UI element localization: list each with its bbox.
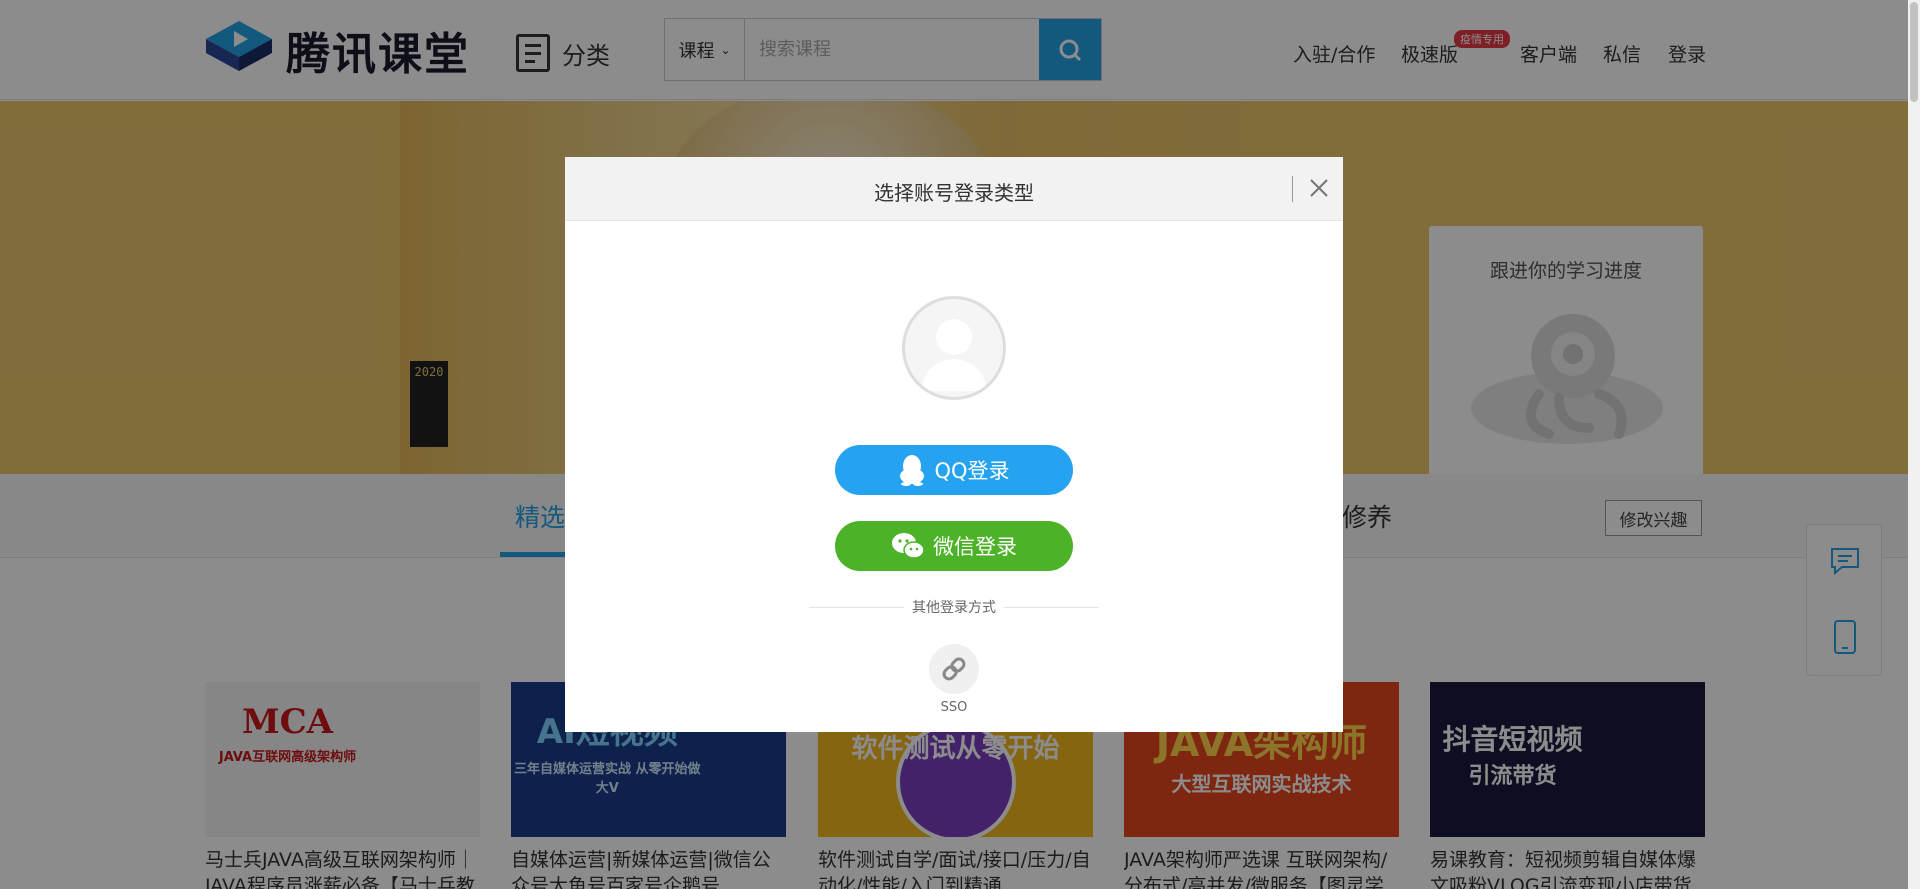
- wechat-login-button[interactable]: 微信登录: [835, 521, 1073, 571]
- other-login-divider: 其他登录方式: [809, 597, 1099, 617]
- qq-login-label: QQ登录: [934, 459, 1010, 483]
- header-divider: [1292, 176, 1293, 202]
- avatar: [902, 296, 1006, 400]
- sso-login-button[interactable]: [929, 644, 979, 694]
- qq-penguin-icon: [900, 455, 925, 486]
- sso-label: SSO: [940, 700, 968, 715]
- close-icon[interactable]: [1306, 175, 1332, 201]
- qq-login-button[interactable]: QQ登录: [835, 445, 1073, 495]
- wechat-icon: [892, 533, 925, 559]
- link-icon: [942, 657, 966, 681]
- login-type-dialog: 选择账号登录类型 QQ登录 微信登录 其他登录方式 SSO: [565, 157, 1343, 732]
- wechat-login-label: 微信登录: [933, 535, 1017, 559]
- scrollbar-thumb[interactable]: [1910, 2, 1918, 102]
- other-login-text: 其他登录方式: [912, 600, 996, 616]
- page-scrollbar[interactable]: [1908, 0, 1920, 889]
- dialog-title: 选择账号登录类型: [874, 181, 1034, 205]
- user-silhouette-icon: [921, 319, 987, 391]
- dialog-header: 选择账号登录类型: [565, 157, 1343, 221]
